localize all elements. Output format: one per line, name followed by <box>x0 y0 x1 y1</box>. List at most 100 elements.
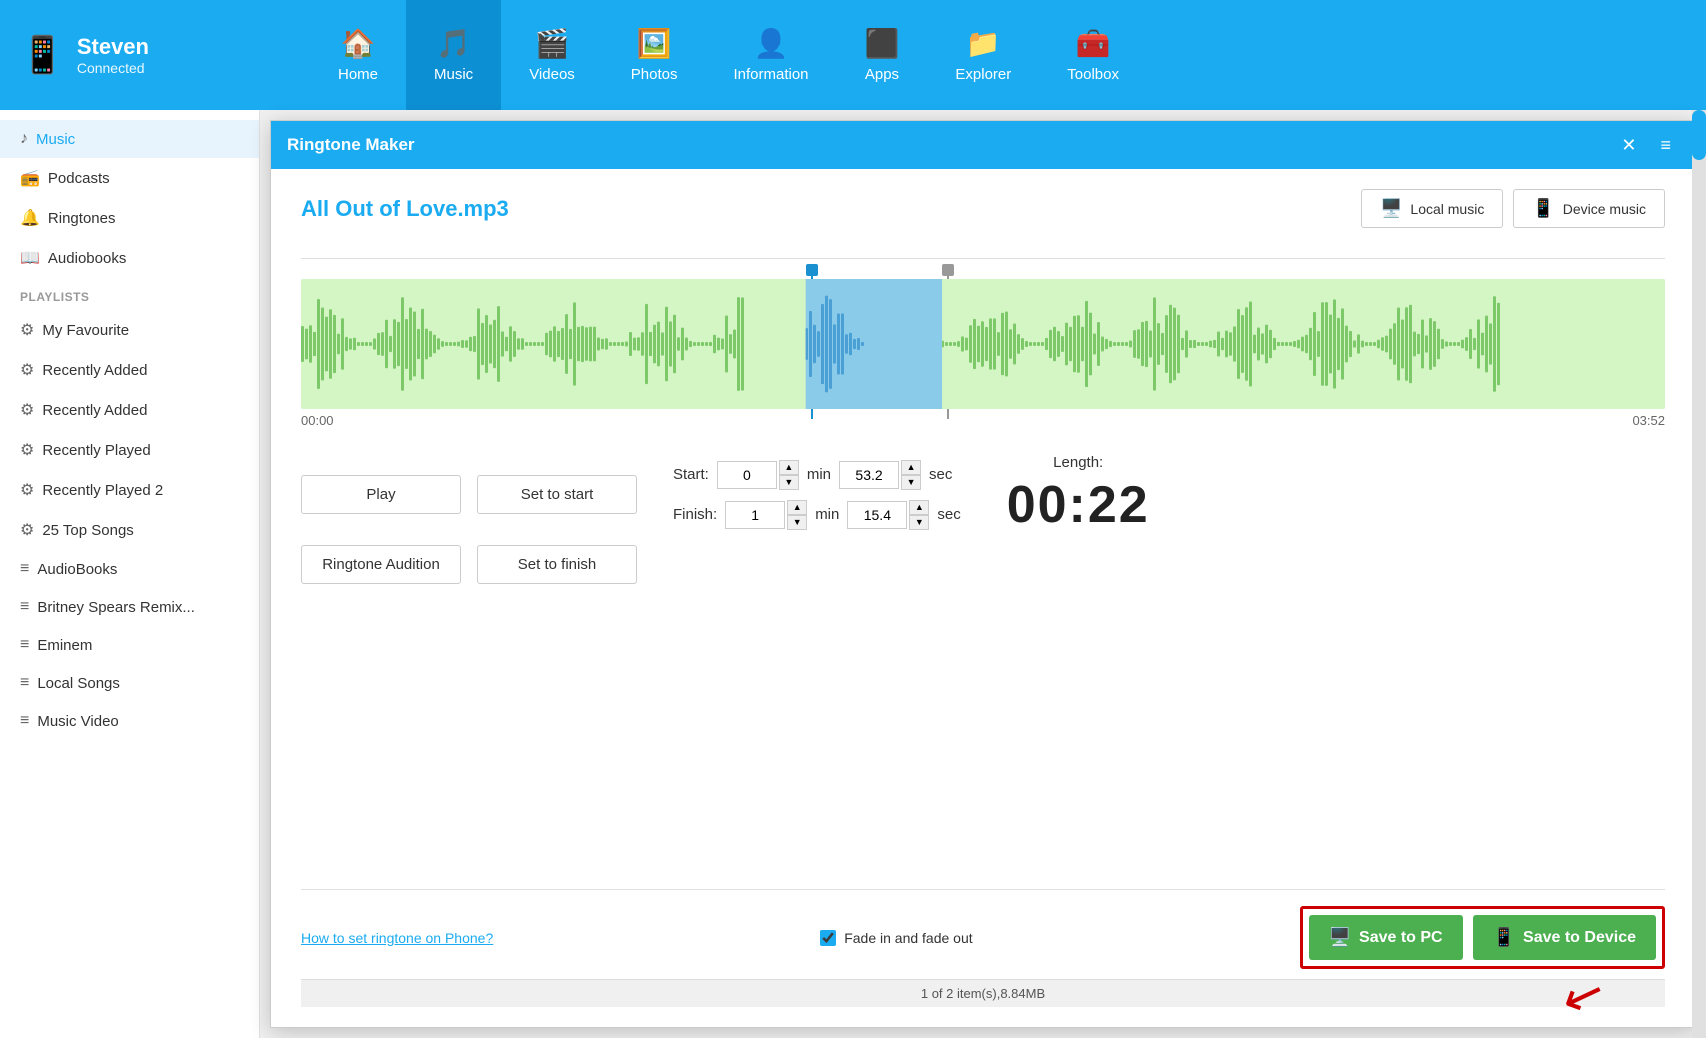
nav-home[interactable]: 🏠 Home <box>310 0 406 110</box>
finish-sec-label: sec <box>937 506 960 523</box>
gear-icon-2: ⚙ <box>20 360 34 380</box>
gear-icon-4: ⚙ <box>20 440 34 460</box>
sidebar-item-recently-played[interactable]: ⚙ Recently Played <box>0 430 259 470</box>
nav-information-label: Information <box>733 66 808 83</box>
sidebar-item-local-songs[interactable]: ≡ Local Songs <box>0 664 259 702</box>
nav-videos[interactable]: 🎬 Videos <box>501 0 603 110</box>
scrollbar[interactable] <box>1692 110 1706 1038</box>
start-sec-up[interactable]: ▲ <box>901 460 921 475</box>
source-buttons: 🖥️ Local music 📱 Device music <box>1361 189 1665 228</box>
time-start-label: 00:00 <box>301 413 334 428</box>
sidebar-britney-label: Britney Spears Remix... <box>37 599 195 616</box>
start-sec-input[interactable] <box>839 461 899 489</box>
waveform[interactable]: // Generate random waveform bars <box>301 279 1665 409</box>
sidebar-item-my-favourite[interactable]: ⚙ My Favourite <box>0 310 259 350</box>
list-icon-1: ≡ <box>20 560 29 578</box>
dialog-close-button[interactable]: ✕ <box>1613 131 1644 160</box>
sidebar-item-music-video[interactable]: ≡ Music Video <box>0 702 259 740</box>
device-text: Steven Connected <box>77 34 149 76</box>
gear-icon-5: ⚙ <box>20 480 34 500</box>
save-to-device-button[interactable]: 📱 Save to Device <box>1473 915 1656 960</box>
fade-option: Fade in and fade out <box>820 930 972 946</box>
sidebar-recently-added-2-label: Recently Added <box>42 402 147 419</box>
top-nav: 📱 Steven Connected 🏠 Home 🎵 Music 🎬 Vide… <box>0 0 1706 110</box>
waveform-container: // Generate random waveform bars <box>301 279 1665 428</box>
help-link[interactable]: How to set ringtone on Phone? <box>301 930 493 946</box>
song-row: All Out of Love.mp3 🖥️ Local music 📱 Dev… <box>301 189 1665 228</box>
start-time-row: Start: ▲ ▼ min ▲ ▼ <box>673 460 961 490</box>
nav-explorer[interactable]: 📁 Explorer <box>927 0 1039 110</box>
nav-information[interactable]: 👤 Information <box>705 0 836 110</box>
sidebar-item-audiobooks[interactable]: 📖 Audiobooks <box>0 238 259 278</box>
start-min-down[interactable]: ▼ <box>779 475 799 490</box>
nav-photos[interactable]: 🖼️ Photos <box>603 0 706 110</box>
set-start-button[interactable]: Set to start <box>477 475 637 514</box>
length-value: 00:22 <box>1007 475 1150 535</box>
nav-apps-label: Apps <box>865 66 899 83</box>
start-min-up[interactable]: ▲ <box>779 460 799 475</box>
finish-min-up[interactable]: ▲ <box>787 500 807 515</box>
start-min-input[interactable] <box>717 461 777 489</box>
sidebar-item-recently-played-2[interactable]: ⚙ Recently Played 2 <box>0 470 259 510</box>
nav-home-label: Home <box>338 66 378 83</box>
dialog-menu-button[interactable]: ≡ <box>1652 131 1679 160</box>
arrow-annotation: ↙ <box>1554 961 1613 1027</box>
audiobooks-icon: 📖 <box>20 248 40 268</box>
nav-apps[interactable]: ⬛ Apps <box>837 0 928 110</box>
sidebar-item-recently-added[interactable]: ⚙ Recently Added <box>0 350 259 390</box>
start-handle-top <box>806 264 818 276</box>
time-controls: Start: ▲ ▼ min ▲ ▼ <box>673 460 961 530</box>
content-area: Ringtone Maker ✕ ≡ All Out of Love.mp3 🖥… <box>260 110 1706 1038</box>
save-buttons: 🖥️ Save to PC 📱 Save to Device <box>1300 906 1665 969</box>
save-buttons-container: 🖥️ Save to PC 📱 Save to Device ↙ <box>1300 906 1665 969</box>
music-sidebar-icon: ♪ <box>20 130 28 148</box>
finish-min-down[interactable]: ▼ <box>787 515 807 530</box>
waveform-svg: // Generate random waveform bars <box>301 279 1665 409</box>
play-button[interactable]: Play <box>301 475 461 514</box>
finish-time-row: Finish: ▲ ▼ min ▲ ▼ <box>673 500 961 530</box>
fade-checkbox[interactable] <box>820 930 836 946</box>
list-icon-3: ≡ <box>20 636 29 654</box>
sidebar-recently-added-label: Recently Added <box>42 362 147 379</box>
nav-music-label: Music <box>434 66 473 83</box>
sidebar-item-recently-added-2[interactable]: ⚙ Recently Added <box>0 390 259 430</box>
finish-sec-down[interactable]: ▼ <box>909 515 929 530</box>
list-icon-2: ≡ <box>20 598 29 616</box>
controls-row-2: Ringtone Audition Set to finish <box>301 545 1665 584</box>
time-end-label: 03:52 <box>1632 413 1665 428</box>
device-music-label: Device music <box>1563 201 1646 217</box>
ringtone-maker-dialog: Ringtone Maker ✕ ≡ All Out of Love.mp3 🖥… <box>270 120 1696 1028</box>
nav-toolbox[interactable]: 🧰 Toolbox <box>1039 0 1147 110</box>
sidebar-item-audiobooks-pl[interactable]: ≡ AudioBooks <box>0 550 259 588</box>
local-music-button[interactable]: 🖥️ Local music <box>1361 189 1503 228</box>
song-title: All Out of Love.mp3 <box>301 196 509 222</box>
monitor-icon: 🖥️ <box>1380 198 1402 219</box>
sidebar-item-eminem[interactable]: ≡ Eminem <box>0 626 259 664</box>
nav-music[interactable]: 🎵 Music <box>406 0 501 110</box>
set-finish-button[interactable]: Set to finish <box>477 545 637 584</box>
start-label: Start: <box>673 466 709 483</box>
finish-label: Finish: <box>673 506 717 523</box>
videos-icon: 🎬 <box>535 27 570 60</box>
audition-button[interactable]: Ringtone Audition <box>301 545 461 584</box>
scrollbar-thumb[interactable] <box>1692 110 1706 160</box>
sidebar-25-top-songs-label: 25 Top Songs <box>42 522 133 539</box>
save-to-pc-button[interactable]: 🖥️ Save to PC <box>1309 915 1463 960</box>
monitor-save-icon: 🖥️ <box>1329 927 1351 948</box>
sidebar-item-25-top-songs[interactable]: ⚙ 25 Top Songs <box>0 510 259 550</box>
start-sec-spinner: ▲ ▼ <box>901 460 921 490</box>
sidebar-item-britney[interactable]: ≡ Britney Spears Remix... <box>0 588 259 626</box>
sidebar-item-music[interactable]: ♪ Music <box>0 120 259 158</box>
sidebar-item-ringtones[interactable]: 🔔 Ringtones <box>0 198 259 238</box>
finish-sec-up[interactable]: ▲ <box>909 500 929 515</box>
start-sec-down[interactable]: ▼ <box>901 475 921 490</box>
dialog-body: All Out of Love.mp3 🖥️ Local music 📱 Dev… <box>271 169 1695 1027</box>
sidebar-item-podcasts[interactable]: 📻 Podcasts <box>0 158 259 198</box>
device-music-button[interactable]: 📱 Device music <box>1513 189 1665 228</box>
sidebar-music-video-label: Music Video <box>37 713 118 730</box>
finish-min-input[interactable] <box>725 501 785 529</box>
playlists-section-label: PLAYLISTS <box>0 278 259 310</box>
finish-min-label: min <box>815 506 839 523</box>
gear-icon-6: ⚙ <box>20 520 34 540</box>
finish-sec-input[interactable] <box>847 501 907 529</box>
